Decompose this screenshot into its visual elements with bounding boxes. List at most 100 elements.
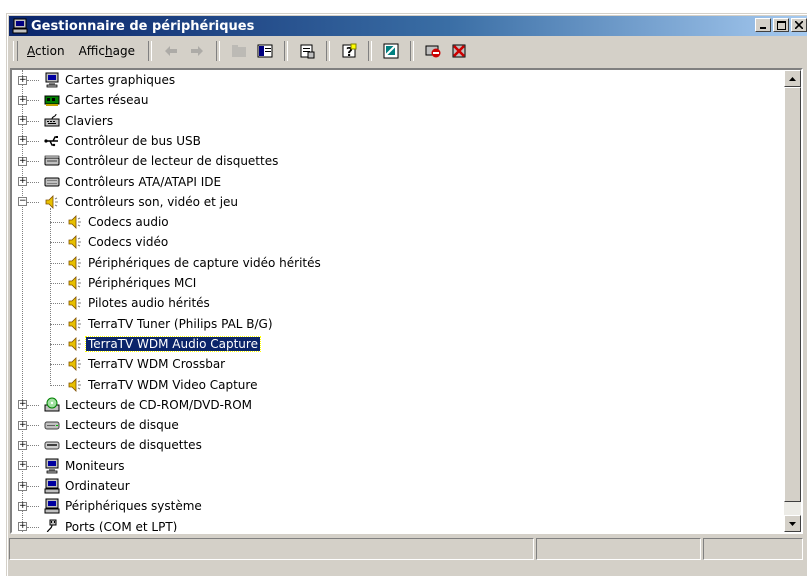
maximize-button[interactable] — [773, 18, 789, 32]
toolbar-grip[interactable] — [13, 41, 18, 61]
tree-item[interactable]: Lecteurs de disque — [44, 415, 181, 435]
tree-connector — [27, 425, 39, 427]
tree-item-label: Contrôleur de lecteur de disquettes — [65, 154, 279, 169]
title-bar[interactable]: Gestionnaire de périphériques — [9, 16, 807, 36]
scroll-up-button[interactable] — [784, 70, 801, 87]
tree-child-item[interactable]: Codecs vidéo — [67, 232, 170, 252]
arrow-up-icon — [789, 76, 796, 81]
scroll-down-button[interactable] — [784, 515, 801, 532]
floppy-controller-icon — [44, 155, 60, 166]
tree-connector — [27, 100, 39, 102]
tree-item[interactable]: Contrôleurs ATA/ATAPI IDE — [44, 172, 223, 192]
tree-connector — [27, 404, 39, 406]
disable-device-button[interactable] — [422, 41, 444, 61]
back-button[interactable] — [160, 41, 182, 61]
tree-item[interactable]: Ports (COM et LPT) — [44, 517, 179, 532]
console-tree-icon — [257, 44, 273, 58]
expand-toggle[interactable]: + — [18, 420, 27, 430]
tree-child-item[interactable]: TerraTV Tuner (Philips PAL B/G) — [67, 314, 275, 334]
computer-icon — [12, 18, 28, 34]
properties-button[interactable] — [296, 41, 318, 61]
forward-button[interactable] — [186, 41, 208, 61]
tree-item-label: Ordinateur — [65, 479, 130, 493]
tree-child-item[interactable]: Codecs audio — [67, 212, 171, 232]
show-hide-tree-button[interactable] — [254, 41, 276, 61]
tree-item[interactable]: Périphériques système — [44, 496, 204, 516]
expand-toggle[interactable]: + — [18, 95, 27, 105]
expand-toggle[interactable]: + — [18, 501, 27, 511]
tree-connector — [27, 526, 39, 528]
keyboard-icon — [44, 113, 60, 127]
tree-item[interactable]: Contrôleur de lecteur de disquettes — [44, 151, 280, 171]
expand-toggle[interactable]: + — [18, 440, 27, 450]
tree-item[interactable]: Ordinateur — [44, 476, 132, 496]
maximize-icon — [776, 20, 786, 30]
floppy-drive-icon — [44, 441, 60, 450]
tree-item-label: TerraTV WDM Video Capture — [88, 377, 258, 392]
tree-child-item[interactable]: Périphériques MCI — [67, 273, 198, 293]
close-button[interactable] — [791, 18, 807, 32]
collapse-toggle[interactable]: − — [18, 197, 27, 207]
tree-item[interactable]: Moniteurs — [44, 456, 127, 476]
menu-view[interactable]: Affichage — [72, 42, 142, 60]
tree-item-label: TerraTV Tuner (Philips PAL B/G) — [88, 316, 273, 331]
tree-connector — [50, 323, 64, 325]
tree-child-item[interactable]: TerraTV WDM Video Capture — [67, 375, 259, 395]
expand-toggle[interactable]: + — [18, 461, 27, 471]
toolbar-separator — [147, 41, 152, 61]
scan-hardware-button[interactable] — [380, 41, 402, 61]
tree-connector — [50, 364, 64, 366]
tree-connector — [50, 343, 64, 345]
menu-toolbar: Action Affichage ? — [9, 38, 807, 64]
tree-item[interactable]: Lecteurs de CD-ROM/DVD-ROM — [44, 395, 254, 415]
toolbar-separator — [409, 41, 414, 61]
tree-connector — [27, 80, 39, 81]
tree-connector — [50, 303, 64, 305]
toolbar-separator — [325, 41, 330, 61]
expand-toggle[interactable]: + — [18, 136, 27, 146]
device-tree[interactable]: Cartes graphiques + Cartes réseau + Claviers… — [12, 70, 784, 532]
speaker-icon — [68, 377, 81, 392]
tree-child-item[interactable]: TerraTV WDM Audio Capture — [67, 334, 261, 354]
tree-item-label: Codecs vidéo — [88, 235, 169, 250]
tree-connector — [27, 201, 39, 203]
menu-action[interactable]: Action — [20, 42, 72, 60]
expand-toggle[interactable]: + — [18, 116, 27, 126]
expand-toggle[interactable]: + — [18, 522, 27, 532]
expand-toggle[interactable]: + — [18, 75, 27, 85]
toolbar-separator — [215, 41, 220, 61]
scrollbar-thumb[interactable] — [784, 87, 801, 502]
ide-controller-icon — [44, 177, 60, 186]
tree-item-label: Cartes graphiques — [65, 73, 176, 87]
expand-toggle[interactable]: + — [18, 156, 27, 166]
help-button[interactable]: ? — [338, 41, 360, 61]
expand-toggle[interactable]: + — [18, 177, 27, 186]
tree-item[interactable]: Contrôleurs son, vidéo et jeu — [44, 192, 240, 212]
tree-item[interactable]: Lecteurs de disquettes — [44, 435, 204, 455]
tree-item-label: Cartes réseau — [65, 93, 149, 108]
tree-connector — [50, 262, 64, 264]
tree-connector — [50, 207, 51, 385]
uninstall-device-button[interactable] — [448, 41, 470, 61]
up-button[interactable] — [228, 41, 250, 61]
tree-item-label: TerraTV WDM Crossbar — [88, 357, 226, 372]
speaker-icon — [68, 235, 81, 250]
vertical-scrollbar[interactable] — [784, 70, 801, 532]
tree-item[interactable]: Contrôleur de bus USB — [44, 131, 203, 151]
tree-child-item[interactable]: Périphériques de capture vidéo hérités — [67, 253, 323, 273]
speaker-icon — [45, 194, 58, 209]
expand-toggle[interactable]: + — [18, 481, 27, 491]
toolbar-separator — [367, 41, 372, 61]
monitor-icon — [45, 458, 59, 474]
expand-toggle[interactable]: + — [18, 400, 27, 410]
tree-child-item[interactable]: Pilotes audio hérités — [67, 293, 212, 313]
tree-child-item[interactable]: TerraTV WDM Crossbar — [67, 354, 227, 374]
disk-drive-icon — [44, 421, 60, 430]
tree-connector — [27, 506, 39, 508]
minimize-button[interactable] — [755, 18, 771, 32]
tree-connector — [27, 181, 39, 183]
tree-item[interactable]: Claviers — [44, 111, 115, 131]
tree-item[interactable]: Cartes graphiques — [44, 70, 177, 90]
tree-item[interactable]: Cartes réseau — [44, 90, 150, 110]
tree-connector — [50, 222, 64, 224]
